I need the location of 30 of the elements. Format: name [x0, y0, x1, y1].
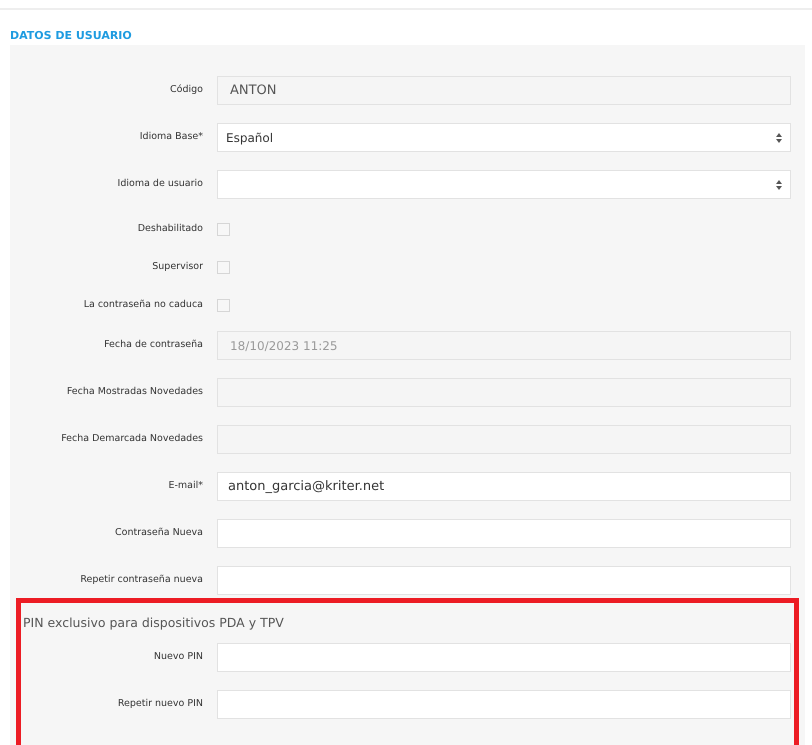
sort-arrows-icon	[776, 132, 782, 142]
field-label: Fecha Demarcada Novedades	[61, 432, 203, 446]
input-field[interactable]	[217, 690, 791, 719]
input-field[interactable]	[217, 519, 791, 548]
pin-section-title: PIN exclusivo para dispositivos PDA y TPV	[23, 615, 284, 630]
checkbox[interactable]	[217, 299, 230, 312]
readonly-field: ANTON	[217, 76, 791, 105]
field-label: Fecha de contraseña	[104, 338, 203, 352]
checkbox[interactable]	[217, 261, 230, 274]
field-label: E-mail*	[168, 479, 203, 494]
field-label: Deshabilitado	[138, 222, 203, 236]
input-field[interactable]	[217, 643, 791, 672]
select-field[interactable]	[217, 170, 791, 199]
readonly-field: 18/10/2023 11:25	[217, 331, 791, 360]
field-label: Repetir contraseña nueva	[80, 573, 203, 588]
checkbox[interactable]	[217, 223, 230, 236]
field-label: Supervisor	[152, 260, 203, 274]
select-field[interactable]: Español	[217, 123, 791, 152]
field-label: Contraseña Nueva	[115, 526, 203, 540]
field-label: Nuevo PIN	[154, 650, 203, 664]
sort-arrows-icon	[776, 180, 782, 190]
input-field[interactable]: anton_garcia@kriter.net	[217, 472, 791, 501]
field-label: Código	[170, 83, 203, 98]
input-field[interactable]	[217, 566, 791, 595]
field-label: Idioma Base*	[140, 130, 203, 144]
field-label: La contraseña no caduca	[84, 298, 203, 312]
field-label: Fecha Mostradas Novedades	[66, 385, 203, 400]
field-label: Idioma de usuario	[118, 177, 203, 192]
section-title: DATOS DE USUARIO	[10, 29, 132, 42]
field-label: Repetir nuevo PIN	[118, 697, 203, 712]
